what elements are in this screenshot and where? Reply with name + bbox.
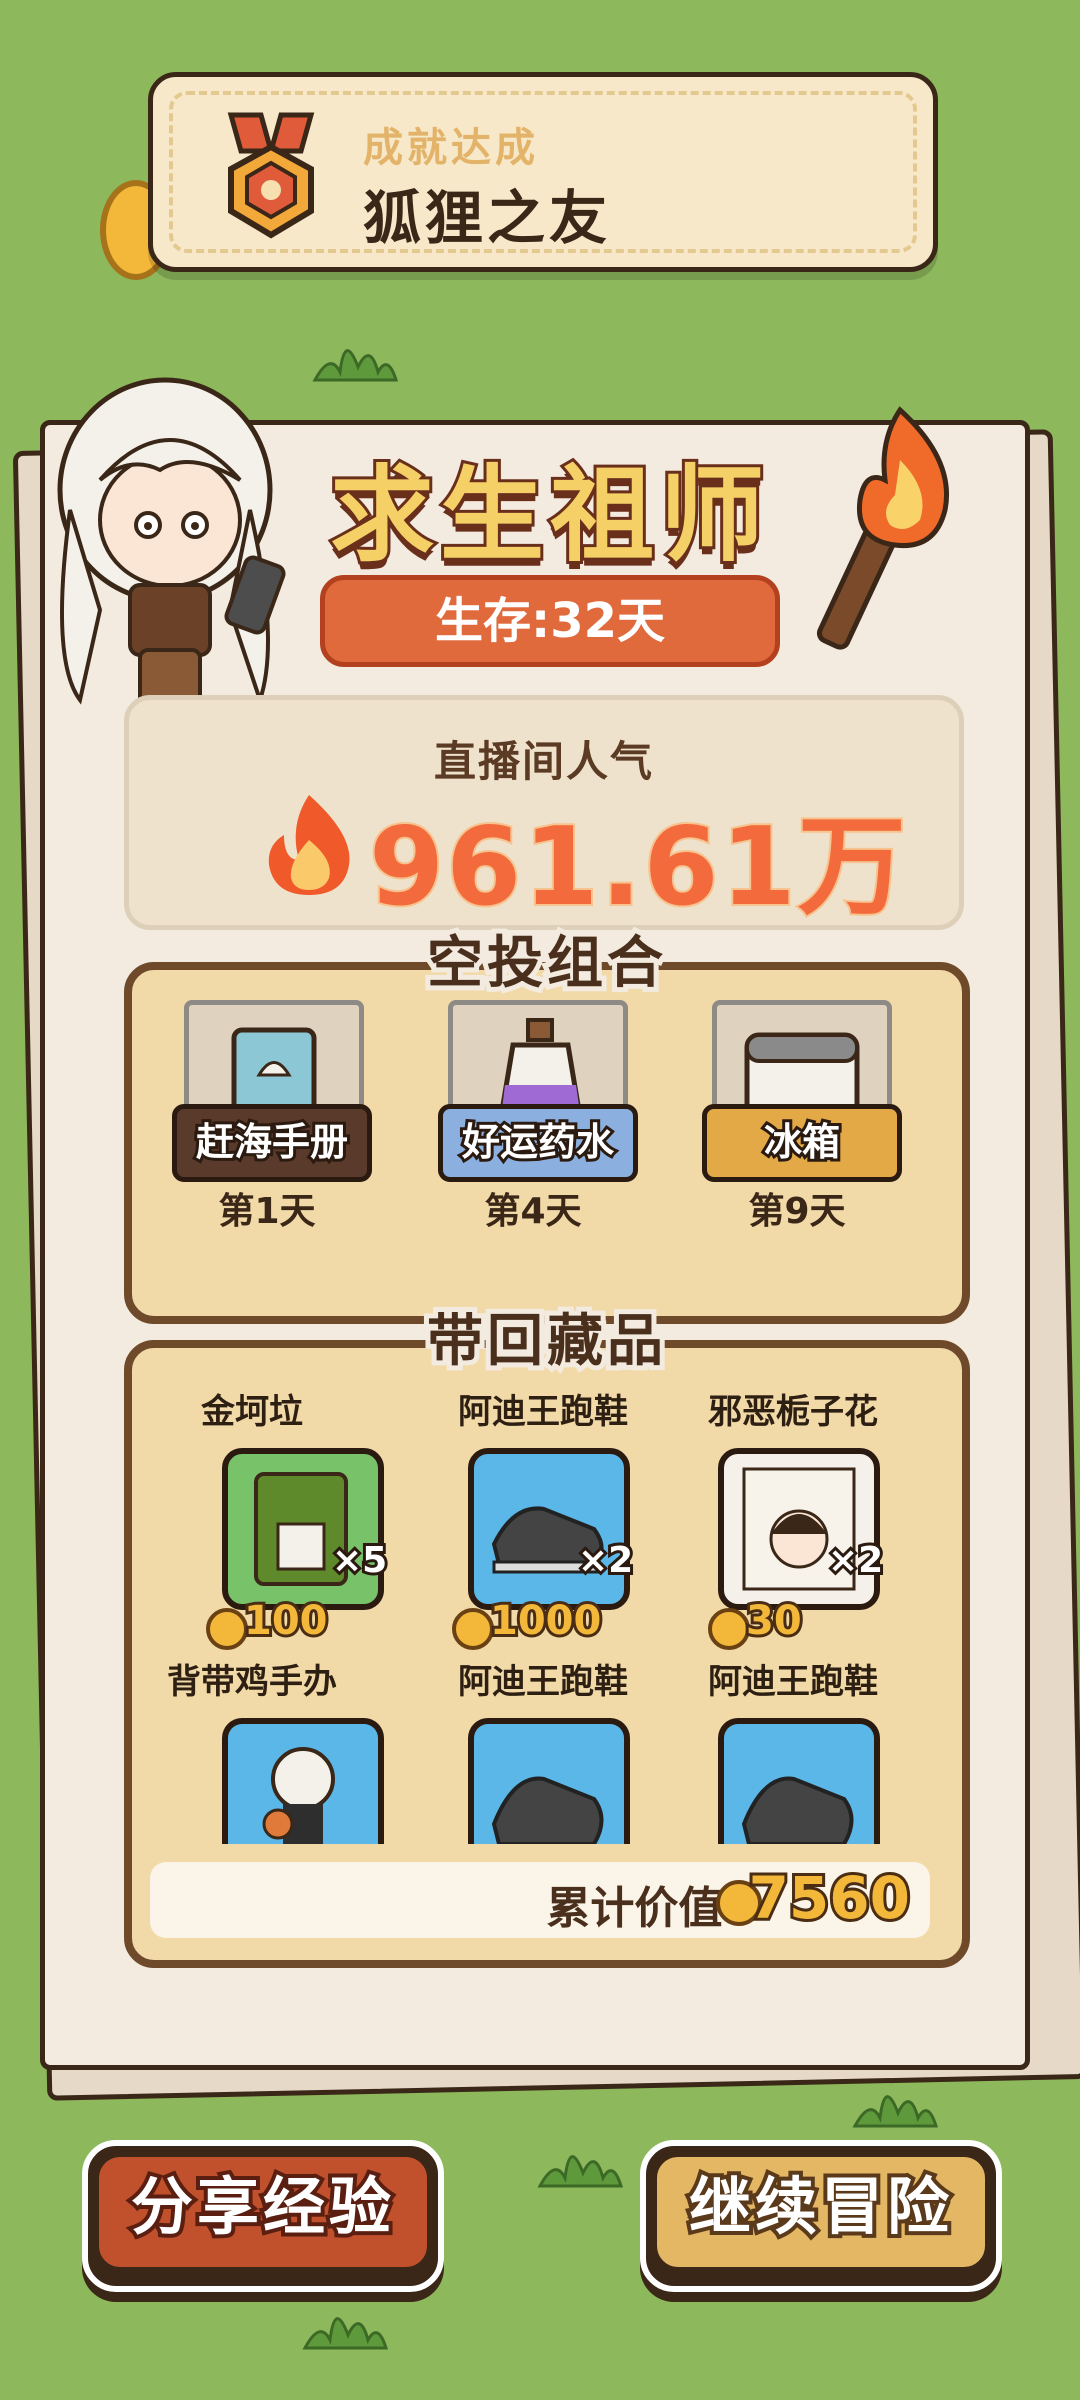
coin-icon [708, 1608, 750, 1650]
continue-button-label: 继续冒险 [652, 2152, 990, 2272]
total-value-label: 累计价值: [546, 1883, 740, 1934]
collectible-name: 阿迪王跑鞋 [708, 1662, 878, 1702]
collectible-price: 1000 [487, 1595, 604, 1647]
total-value-bar: 累计价值: 7560 [150, 1861, 930, 1938]
collectible-name: 背带鸡手办 [167, 1662, 337, 1702]
fertilizer-bag-icon[interactable] [222, 1448, 384, 1610]
collectibles-title: 带回藏品 [422, 1304, 668, 1379]
grass-tuft-icon [312, 349, 399, 382]
coin-icon [452, 1608, 494, 1650]
collectible-name: 金坷垃 [201, 1392, 303, 1432]
sneaker-graphic [491, 1506, 604, 1574]
chicken-figure-icon[interactable] [222, 1718, 384, 1844]
share-experience-button[interactable]: 分享经验 [82, 2140, 444, 2292]
poster-graphic [742, 1467, 856, 1591]
medal-icon [227, 112, 315, 239]
airdrop-title: 空投组合 [422, 926, 668, 1001]
airdrop-item-day: 第4天 [484, 1191, 582, 1232]
airdrop-panel: 空投组合 赶海手册 第1天 ×2 好运药水 第4天 冰箱 第9天 [124, 926, 970, 1324]
airdrop-item-name: 赶海手册 [172, 1104, 372, 1182]
torch-icon [816, 406, 949, 650]
airdrop-item-name: 好运药水 [438, 1104, 638, 1182]
poster-icon[interactable] [718, 1448, 880, 1610]
bag-graphic [254, 1472, 348, 1586]
share-button-label: 分享经验 [94, 2152, 432, 2272]
total-value: 7560 [746, 1861, 913, 1935]
grass-tuft-icon [537, 2155, 624, 2188]
collectible-name: 邪恶栀子花 [708, 1392, 878, 1432]
continue-adventure-button[interactable]: 继续冒险 [640, 2140, 1002, 2292]
collectible-qty: ×5 [329, 1537, 390, 1584]
collectible-price: 100 [241, 1595, 330, 1647]
popularity-value: 961.61万 [367, 803, 908, 932]
result-title: 求生祖师 [327, 451, 770, 579]
airdrop-item-day: 第9天 [748, 1191, 846, 1232]
airdrop-item-day: 第1天 [218, 1191, 316, 1232]
sneaker-graphic [491, 1776, 604, 1844]
airdrop-item-name: 冰箱 [702, 1104, 902, 1182]
achievement-label: 成就达成 [363, 125, 539, 171]
sneaker-icon[interactable] [718, 1718, 880, 1844]
grass-tuft-icon [302, 2317, 389, 2350]
achievement-banner: 成就达成 狐狸之友 [148, 72, 938, 272]
sneaker-icon[interactable] [468, 1718, 630, 1844]
popularity-box: 直播间人气 961.61万 [124, 695, 964, 932]
sneaker-icon[interactable] [468, 1448, 630, 1610]
collectible-qty: ×2 [825, 1537, 886, 1584]
sneaker-graphic [741, 1776, 854, 1844]
chicken-graphic [262, 1747, 335, 1844]
collectible-name: 阿迪王跑鞋 [458, 1662, 628, 1702]
achievement-name: 狐狸之友 [363, 184, 612, 252]
collectible-name: 阿迪王跑鞋 [458, 1392, 628, 1432]
coin-icon [206, 1608, 248, 1650]
collectible-price: 30 [743, 1595, 805, 1647]
survival-days-badge: 生存:32天 [320, 575, 780, 667]
fire-icon [268, 795, 350, 895]
collectible-qty: ×2 [575, 1537, 636, 1584]
